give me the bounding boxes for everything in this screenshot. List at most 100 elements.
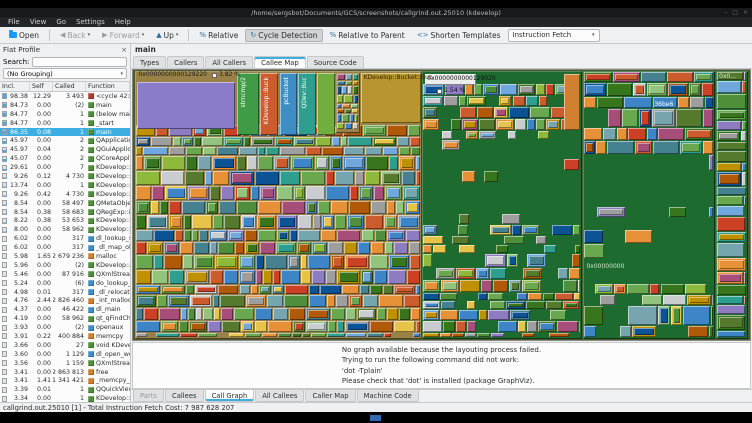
treemap-block[interactable]	[502, 214, 520, 225]
treemap-block[interactable]	[583, 306, 603, 325]
treemap-block[interactable]	[382, 285, 394, 295]
treemap-block[interactable]	[346, 74, 352, 80]
treemap-block[interactable]	[594, 284, 613, 295]
treemap-block[interactable]	[536, 235, 547, 245]
tab-callee-map[interactable]: Callee Map	[254, 56, 306, 68]
treemap-block[interactable]	[359, 309, 375, 318]
treemap-block[interactable]	[498, 121, 512, 128]
treemap-block[interactable]	[717, 314, 745, 330]
treemap-block[interactable]	[387, 124, 407, 136]
treemap-block[interactable]	[218, 201, 236, 215]
treemap-block[interactable]	[336, 74, 346, 80]
treemap-block[interactable]	[290, 155, 315, 170]
treemap-block[interactable]	[467, 300, 475, 310]
treemap-block[interactable]	[167, 188, 185, 199]
treemap-block[interactable]	[405, 229, 420, 241]
treemap-block[interactable]	[297, 241, 311, 255]
relative-toggle[interactable]: % Relative	[194, 29, 243, 42]
treemap-block[interactable]	[425, 312, 438, 319]
treemap-block[interactable]	[563, 300, 579, 310]
column-header-called[interactable]: Called	[53, 82, 86, 91]
treemap-block[interactable]	[597, 207, 626, 218]
treemap-block[interactable]	[407, 124, 420, 136]
treemap-block[interactable]	[194, 255, 215, 270]
treemap-block[interactable]	[459, 107, 477, 119]
treemap-block[interactable]	[452, 332, 465, 337]
treemap-block[interactable]	[529, 255, 544, 265]
treemap-block[interactable]	[404, 295, 420, 307]
treemap-block[interactable]	[364, 170, 381, 186]
treemap-block[interactable]	[243, 217, 254, 227]
treemap-block[interactable]	[439, 292, 458, 300]
treemap-block[interactable]	[239, 285, 251, 295]
treemap-block[interactable]	[385, 186, 403, 201]
treemap-block[interactable]	[709, 207, 714, 218]
treemap-block[interactable]	[284, 295, 308, 307]
treemap-block[interactable]	[442, 321, 456, 332]
treemap-block[interactable]	[135, 285, 161, 295]
treemap-block[interactable]	[423, 300, 440, 310]
treemap-block[interactable]	[169, 147, 185, 155]
treemap-block[interactable]	[369, 320, 393, 333]
treemap-block[interactable]	[308, 203, 316, 213]
treemap-block[interactable]	[498, 96, 512, 107]
treemap-block[interactable]	[717, 330, 745, 337]
treemap-block[interactable]	[352, 109, 358, 114]
treemap-block[interactable]	[423, 107, 437, 119]
treemap-block[interactable]	[625, 229, 653, 244]
treemap-block[interactable]	[330, 201, 349, 215]
treemap-block[interactable]	[400, 157, 413, 168]
treemap-block[interactable]	[241, 257, 253, 268]
treemap-block[interactable]	[327, 241, 344, 255]
treemap-block[interactable]	[638, 109, 651, 127]
treemap-block[interactable]	[565, 302, 577, 308]
treemap-block[interactable]	[607, 141, 634, 154]
treemap-block[interactable]	[563, 280, 578, 292]
treemap-block[interactable]	[240, 272, 253, 283]
treemap-block[interactable]	[583, 72, 612, 82]
treemap-block[interactable]	[266, 147, 280, 155]
treemap-block[interactable]	[306, 201, 318, 215]
treemap-block[interactable]	[568, 267, 581, 280]
treemap-block[interactable]	[258, 229, 276, 241]
treemap-block[interactable]	[458, 310, 479, 321]
column-header-self[interactable]: Self	[30, 82, 53, 91]
treemap-block[interactable]	[319, 285, 341, 295]
treemap-block[interactable]	[492, 227, 510, 233]
treemap-block[interactable]	[147, 215, 168, 229]
treemap-block[interactable]	[374, 229, 386, 241]
treemap-block[interactable]	[468, 98, 484, 105]
forward-button[interactable]: ▶ Forward ▾	[97, 29, 149, 42]
treemap-block[interactable]	[220, 307, 233, 320]
treemap-block[interactable]	[245, 295, 267, 307]
treemap-block[interactable]	[268, 320, 292, 333]
treemap-block[interactable]	[151, 270, 169, 285]
treemap-block[interactable]	[135, 170, 161, 186]
treemap-block[interactable]	[632, 82, 647, 97]
treemap-block[interactable]	[135, 320, 161, 333]
treemap-block[interactable]	[353, 95, 359, 103]
treemap-block[interactable]	[165, 186, 187, 201]
treemap-block[interactable]	[294, 322, 304, 331]
treemap-block[interactable]	[503, 235, 524, 245]
treemap-block[interactable]	[423, 96, 444, 107]
treemap-block[interactable]	[546, 84, 555, 96]
treemap-block[interactable]	[342, 86, 347, 95]
treemap-block[interactable]	[719, 233, 745, 241]
treemap-block[interactable]	[456, 321, 466, 332]
treemap-block[interactable]	[350, 103, 359, 109]
treemap-block[interactable]	[506, 253, 518, 267]
treemap-block[interactable]	[307, 309, 329, 318]
treemap-block[interactable]	[292, 320, 306, 333]
treemap-block[interactable]	[336, 86, 342, 95]
treemap-block[interactable]	[575, 245, 581, 253]
treemap-block[interactable]	[440, 300, 456, 310]
treemap-block[interactable]	[500, 98, 510, 105]
treemap-block[interactable]	[660, 284, 685, 295]
treemap-block[interactable]	[213, 307, 220, 320]
treemap-block[interactable]	[358, 241, 371, 255]
treemap-block[interactable]	[342, 114, 349, 123]
treemap-block[interactable]	[344, 241, 358, 255]
treemap-block[interactable]	[599, 295, 615, 306]
treemap-block[interactable]	[528, 292, 543, 300]
